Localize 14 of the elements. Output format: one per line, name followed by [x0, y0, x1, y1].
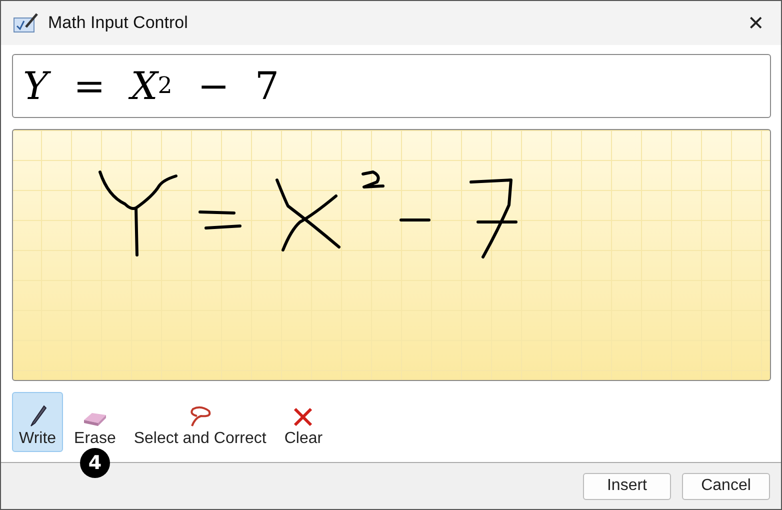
math-pen-icon [13, 12, 39, 34]
select-tool-button[interactable]: Select and Correct [126, 392, 274, 452]
x-mark-icon [292, 406, 314, 428]
dialog-button[interactable]: Insert [583, 472, 671, 500]
write-tool-button[interactable]: Write [12, 392, 64, 452]
window-title: Math Input Control [48, 13, 189, 33]
close-button[interactable]: ✕ [731, 1, 781, 45]
eraser-icon [82, 410, 108, 428]
math-preview: Y = X$^{2}$ − 7 [12, 54, 771, 118]
callout-badge: 4 [80, 448, 110, 478]
clear-tool-button[interactable]: Clear [277, 392, 330, 452]
dialog-button[interactable]: Cancel [682, 472, 770, 500]
writing-area[interactable] [12, 129, 771, 381]
pen-icon [28, 404, 48, 428]
